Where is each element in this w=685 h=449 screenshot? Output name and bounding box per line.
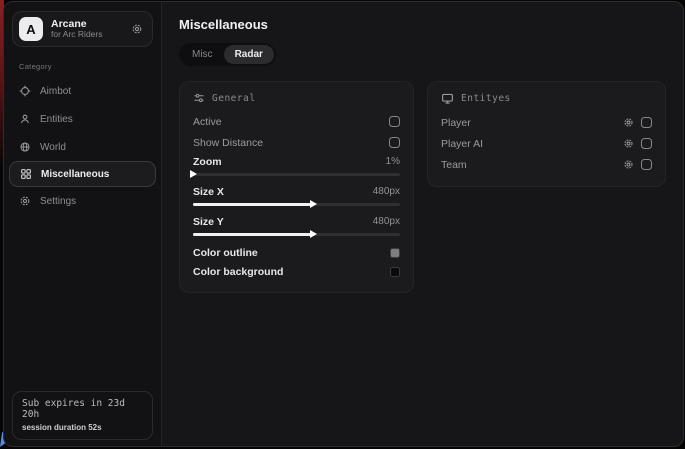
sidebar-item-label: Miscellaneous xyxy=(41,169,109,180)
zoom-slider[interactable] xyxy=(193,170,400,180)
panel-title: Entityes xyxy=(461,93,511,104)
color-background-label: Color background xyxy=(193,266,283,278)
active-checkbox[interactable] xyxy=(389,116,400,127)
sidebar: A Arcane for Arc Riders Category xyxy=(4,2,162,446)
monitor-icon xyxy=(441,92,454,105)
size-x-slider[interactable] xyxy=(193,200,400,210)
zoom-label: Zoom xyxy=(193,156,222,168)
sidebar-item-settings[interactable]: Settings xyxy=(4,187,161,215)
show-distance-row: Show Distance xyxy=(193,132,400,153)
sub-expiry-text: Sub expires in 23d 20h xyxy=(22,398,143,420)
player-row: Player xyxy=(441,112,652,133)
subscription-card: Sub expires in 23d 20h session duration … xyxy=(12,391,153,440)
main-content: Miscellaneous Misc Radar Gene xyxy=(162,2,683,446)
grid-icon xyxy=(20,168,32,180)
team-label: Team xyxy=(441,159,623,171)
zoom-slider-row: Zoom 1% xyxy=(193,153,400,180)
app-subtitle: for Arc Riders xyxy=(51,30,123,40)
panel-title: General xyxy=(212,93,256,104)
sidebar-item-world[interactable]: World xyxy=(4,133,161,161)
gear-icon[interactable] xyxy=(623,117,634,128)
size-y-value: 480px xyxy=(373,216,400,227)
color-background-swatch[interactable] xyxy=(390,267,400,277)
screen: A Arcane for Arc Riders Category xyxy=(0,0,685,449)
color-outline-label: Color outline xyxy=(193,247,258,259)
sidebar-item-label: Aimbot xyxy=(40,86,71,97)
color-outline-row: Color outline xyxy=(193,243,400,262)
slider-thumb[interactable] xyxy=(190,170,197,178)
tab-radar[interactable]: Radar xyxy=(224,45,274,64)
entities-icon xyxy=(19,113,31,125)
sidebar-item-aimbot[interactable]: Aimbot xyxy=(4,77,161,105)
gear-icon[interactable] xyxy=(131,23,143,35)
slider-thumb[interactable] xyxy=(310,230,317,238)
sidebar-nav: Aimbot Entities xyxy=(4,77,161,215)
sliders-icon xyxy=(193,92,205,104)
size-x-label: Size X xyxy=(193,186,224,198)
tab-misc[interactable]: Misc xyxy=(181,45,224,64)
globe-icon xyxy=(19,141,31,153)
general-panel: General Active Show Distance Zoom 1% xyxy=(179,81,414,293)
sidebar-item-label: World xyxy=(40,142,66,153)
show-distance-checkbox[interactable] xyxy=(389,137,400,148)
entities-panel: Entityes Player xyxy=(427,81,666,187)
gear-icon xyxy=(19,195,31,207)
session-duration-text: session duration 52s xyxy=(22,423,143,432)
team-checkbox[interactable] xyxy=(641,159,652,170)
panels-row: General Active Show Distance Zoom 1% xyxy=(179,81,666,293)
active-label: Active xyxy=(193,116,222,128)
color-outline-swatch[interactable] xyxy=(390,248,400,258)
slider-thumb[interactable] xyxy=(310,200,317,208)
active-row: Active xyxy=(193,111,400,132)
logo-card: A Arcane for Arc Riders xyxy=(12,11,153,47)
size-y-slider[interactable] xyxy=(193,230,400,240)
gear-icon[interactable] xyxy=(623,138,634,149)
player-ai-checkbox[interactable] xyxy=(641,138,652,149)
tab-bar: Misc Radar xyxy=(179,43,276,66)
page-title: Miscellaneous xyxy=(179,17,666,32)
size-y-slider-row: Size Y 480px xyxy=(193,213,400,240)
size-x-slider-row: Size X 480px xyxy=(193,183,400,210)
sidebar-item-label: Entities xyxy=(40,114,73,125)
sidebar-item-entities[interactable]: Entities xyxy=(4,105,161,133)
category-label: Category xyxy=(19,62,161,71)
sidebar-item-miscellaneous[interactable]: Miscellaneous xyxy=(9,161,156,187)
player-ai-label: Player AI xyxy=(441,138,623,150)
zoom-value: 1% xyxy=(386,156,400,167)
player-label: Player xyxy=(441,117,623,129)
show-distance-label: Show Distance xyxy=(193,137,263,149)
color-background-row: Color background xyxy=(193,262,400,281)
size-y-label: Size Y xyxy=(193,216,224,228)
team-row: Team xyxy=(441,154,652,175)
app-window: A Arcane for Arc Riders Category xyxy=(3,1,684,447)
sidebar-item-label: Settings xyxy=(40,196,76,207)
gear-icon[interactable] xyxy=(623,159,634,170)
player-ai-row: Player AI xyxy=(441,133,652,154)
app-logo: A xyxy=(19,17,43,41)
size-x-value: 480px xyxy=(373,186,400,197)
player-checkbox[interactable] xyxy=(641,117,652,128)
crosshair-icon xyxy=(19,85,31,97)
